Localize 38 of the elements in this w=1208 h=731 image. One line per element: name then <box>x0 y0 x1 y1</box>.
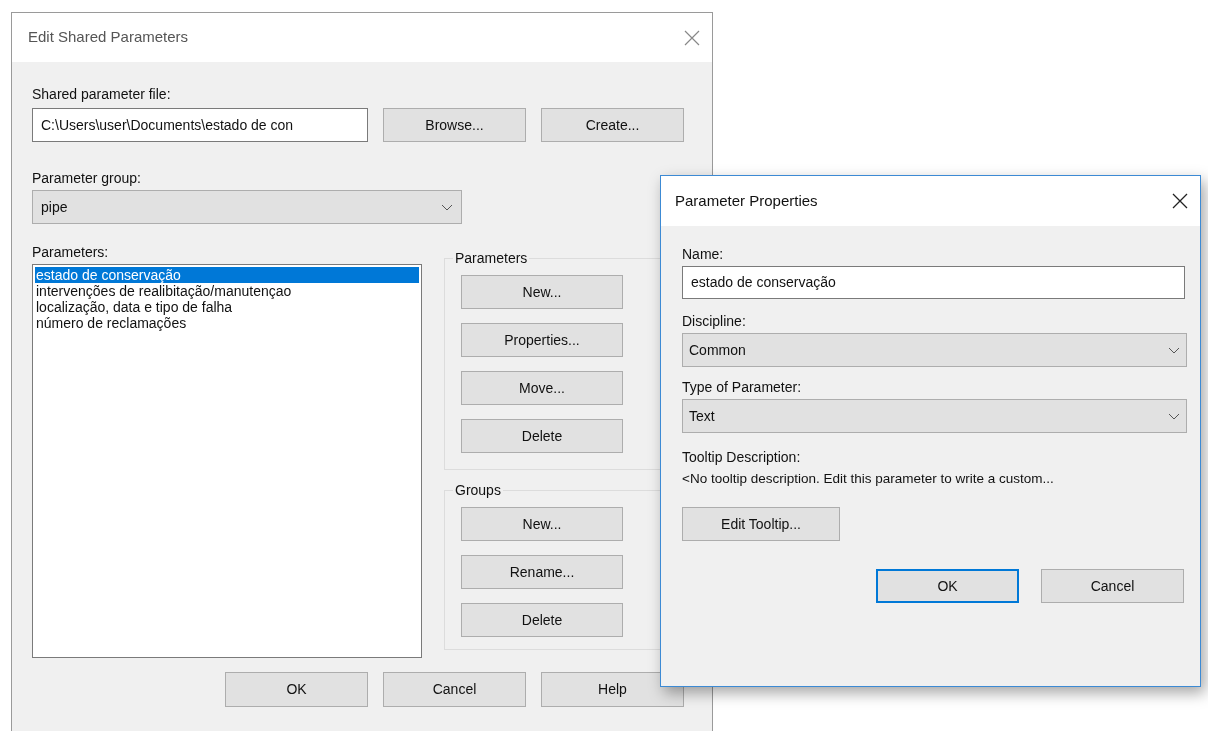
field-label: Type of Parameter: <box>682 378 803 397</box>
list-item[interactable]: estado de conservação <box>35 267 419 283</box>
type-dropdown[interactable]: Text <box>682 399 1187 433</box>
field-label: Tooltip Description: <box>682 448 802 467</box>
list-item[interactable]: número de reclamações <box>35 315 419 331</box>
chevron-down-icon <box>441 203 453 211</box>
dialog-button[interactable]: New... <box>461 507 623 541</box>
field-label: Shared parameter file: <box>32 85 172 104</box>
dialog-button[interactable]: OK <box>225 672 368 707</box>
tooltip-description: <No tooltip description. Edit this parameter to write a custom... <box>682 470 1055 488</box>
field-label: Parameter group: <box>32 169 142 188</box>
field-label: Discipline: <box>682 312 747 331</box>
dialog-button[interactable]: Rename... <box>461 555 623 589</box>
list-item[interactable]: localização, data e tipo de falha <box>35 299 419 315</box>
dialog-button[interactable]: Delete <box>461 603 623 637</box>
dialog-button[interactable]: Properties... <box>461 323 623 357</box>
window-title: Edit Shared Parameters <box>28 27 189 48</box>
dialog-button[interactable]: Cancel <box>383 672 526 707</box>
field-label: Parameters: <box>32 243 110 262</box>
chevron-down-icon <box>1168 412 1180 420</box>
close-icon[interactable] <box>1172 193 1188 209</box>
dialog-button[interactable]: Move... <box>461 371 623 405</box>
dialog-button[interactable]: Browse... <box>383 108 526 142</box>
dialog-button[interactable]: New... <box>461 275 623 309</box>
dialog-button[interactable]: Cancel <box>1041 569 1184 603</box>
file-path-field[interactable]: C:\Users\user\Documents\estado de con <box>32 108 368 142</box>
field-label: Name: <box>682 245 725 264</box>
dialog-button[interactable]: OK <box>876 569 1019 603</box>
chevron-down-icon <box>1168 346 1180 354</box>
dialog-button[interactable]: Delete <box>461 419 623 453</box>
group-dropdown[interactable]: pipe <box>32 190 462 224</box>
list-item[interactable]: intervenções de realibitação/manutençao <box>35 283 419 299</box>
edit-tooltip-button[interactable]: Edit Tooltip... <box>682 507 840 541</box>
discipline-dropdown[interactable]: Common <box>682 333 1187 367</box>
dialog-button[interactable]: Help <box>541 672 684 707</box>
window-title: Parameter Properties <box>675 190 818 211</box>
name-field[interactable]: estado de conservação <box>682 266 1185 299</box>
dialog-button[interactable]: Create... <box>541 108 684 142</box>
